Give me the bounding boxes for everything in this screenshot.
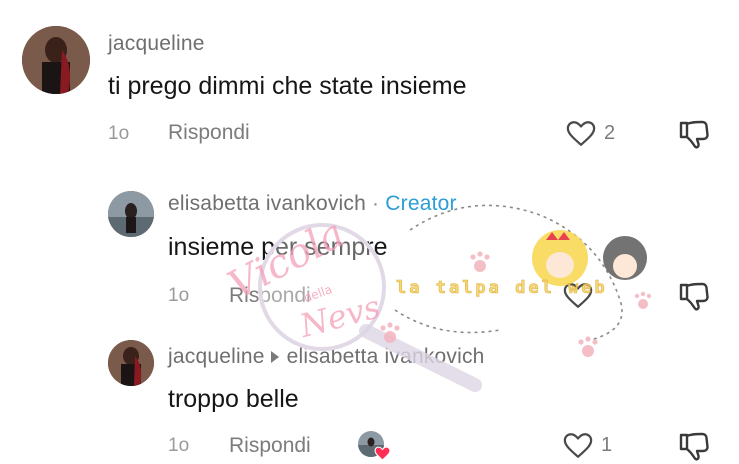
dislike-icon[interactable] <box>678 118 710 150</box>
separator-dot: · <box>372 192 380 215</box>
avatar[interactable] <box>108 340 154 386</box>
reply-button[interactable]: Rispondi <box>168 121 250 145</box>
comment-time: 1o <box>168 435 190 456</box>
heart-icon[interactable] <box>563 432 593 459</box>
dislike-icon[interactable] <box>678 430 710 462</box>
comment-text: ti prego dimmi che state insieme <box>108 72 467 100</box>
heart-icon[interactable] <box>563 282 593 309</box>
avatar-image <box>108 340 154 386</box>
comment-time: 1o <box>168 285 190 306</box>
like-count: 2 <box>604 122 616 144</box>
avatar-image <box>22 26 90 94</box>
creator-liked-badge <box>358 431 392 463</box>
creator-badge: Creator <box>385 192 457 215</box>
avatar-image <box>108 191 154 237</box>
reply-button[interactable]: Rispondi <box>229 434 311 458</box>
reply-to-username[interactable]: elisabetta ivankovich <box>287 345 485 368</box>
comment-username[interactable]: elisabetta ivankovich · Creator <box>168 192 457 216</box>
dislike-icon[interactable] <box>678 280 710 312</box>
like-count: 1 <box>601 434 613 456</box>
username-text[interactable]: jacqueline <box>168 345 265 368</box>
comment-text: insieme per sempre <box>168 233 388 261</box>
username-text[interactable]: elisabetta ivankovich <box>168 192 366 215</box>
comment-text: troppo belle <box>168 385 299 413</box>
avatar[interactable] <box>108 191 154 237</box>
comment-time: 1o <box>108 123 130 144</box>
heart-icon[interactable] <box>566 120 596 147</box>
comment-username[interactable]: jacqueline elisabetta ivankovich <box>168 345 485 369</box>
comment-username[interactable]: jacqueline <box>108 32 205 56</box>
avatar[interactable] <box>22 26 90 94</box>
reply-arrow-icon <box>270 350 279 363</box>
watermark-logo: Vicola della Nevs la talpa del web <box>221 204 652 392</box>
reply-button[interactable]: Rispondi <box>229 284 311 308</box>
heart-filled-icon <box>374 446 391 461</box>
